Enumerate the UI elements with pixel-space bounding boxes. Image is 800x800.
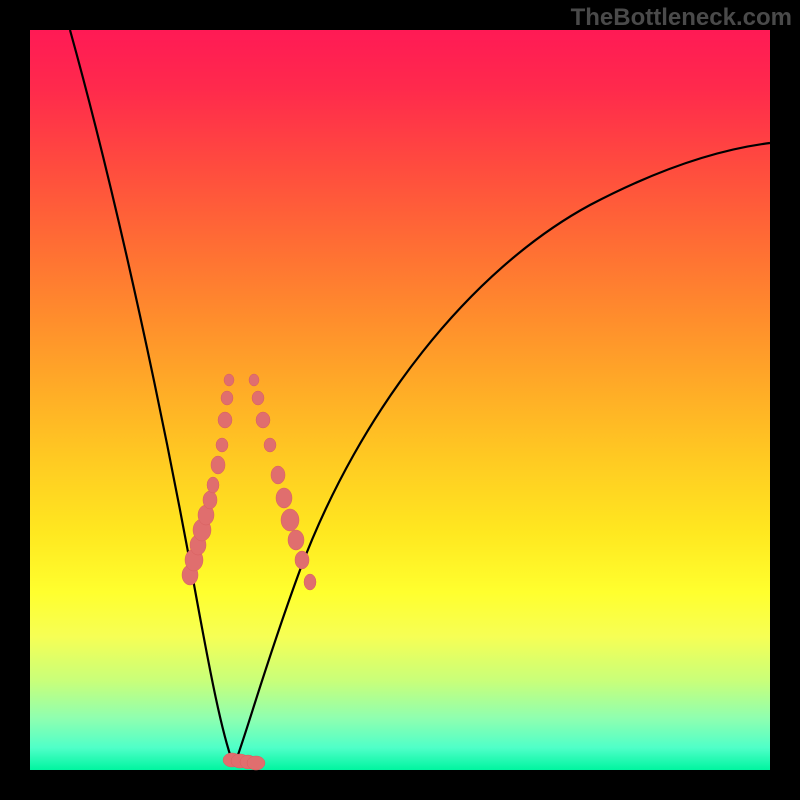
curve-right-branch [234,143,770,766]
marker-icon [247,756,265,770]
curve-left-branch [70,30,234,766]
marker-icon [264,438,276,452]
marker-icon [304,574,316,590]
marker-icon [224,374,234,386]
curve-markers [182,374,316,770]
marker-icon [211,456,225,474]
marker-icon [221,391,233,405]
marker-icon [207,477,219,493]
marker-icon [216,438,228,452]
marker-icon [271,466,285,484]
marker-icon [249,374,259,386]
marker-icon [252,391,264,405]
chart-frame: TheBottleneck.com [0,0,800,800]
marker-icon [295,551,309,569]
marker-icon [218,412,232,428]
marker-icon [288,530,304,550]
marker-icon [281,509,299,531]
bottleneck-curve [30,30,770,770]
marker-icon [276,488,292,508]
marker-icon [203,491,217,509]
marker-icon [256,412,270,428]
watermark-text: TheBottleneck.com [571,4,792,32]
